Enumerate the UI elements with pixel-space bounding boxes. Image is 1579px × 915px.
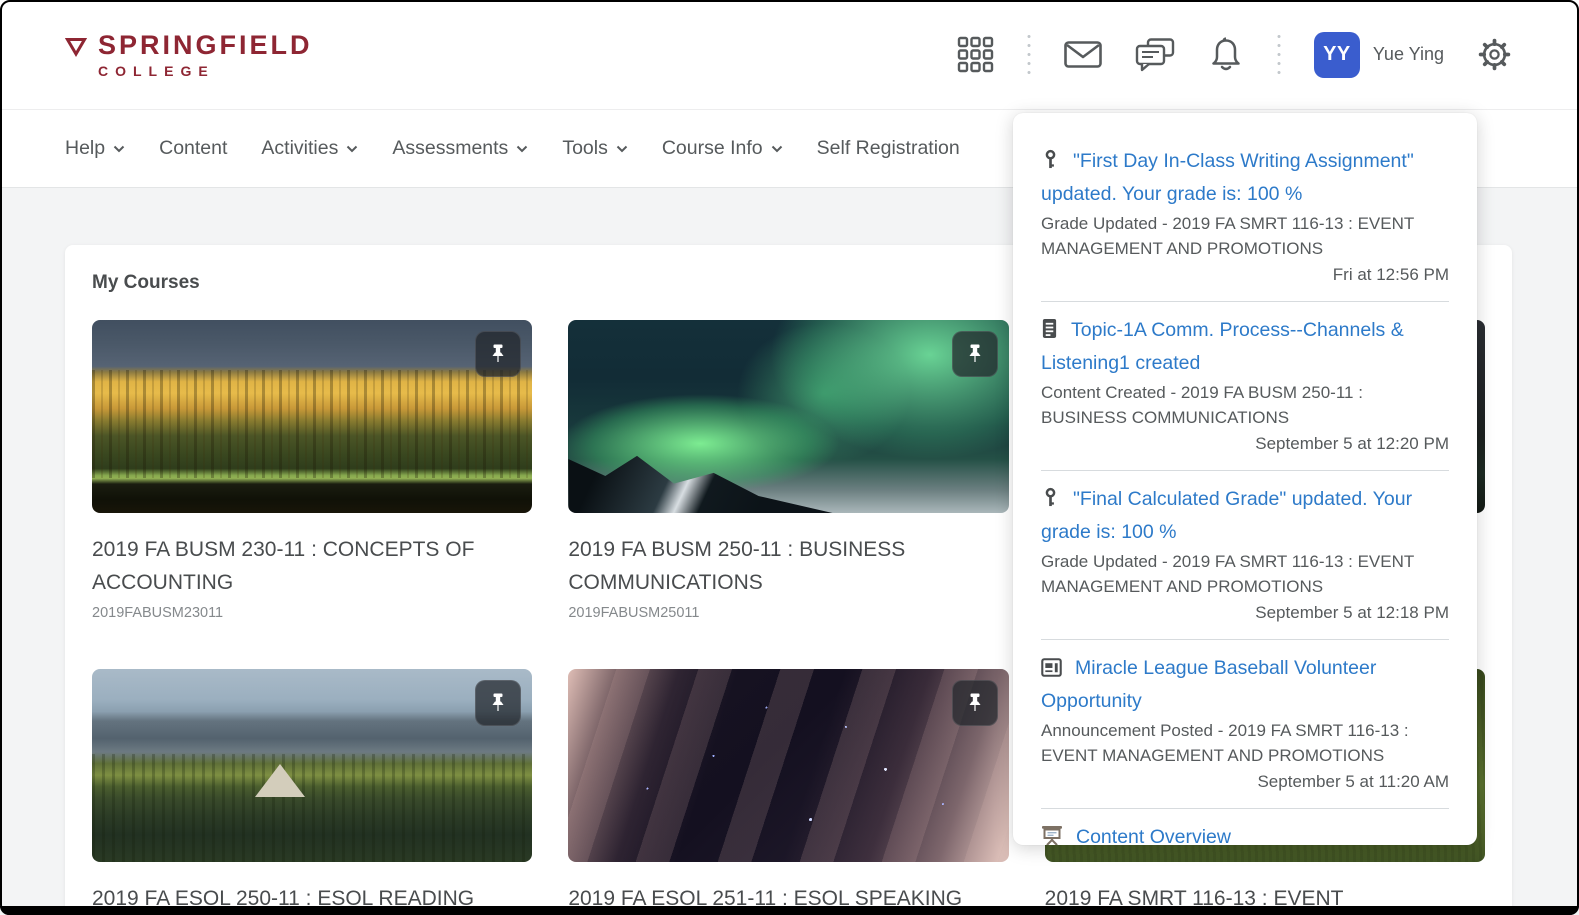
- user-avatar: YY: [1314, 32, 1360, 78]
- logo-text-line1: SPRINGFIELD: [98, 31, 313, 59]
- nav-item-activities[interactable]: Activities: [261, 137, 358, 160]
- nav-item-assessments[interactable]: Assessments: [392, 137, 528, 160]
- settings-gear-icon: [1477, 37, 1512, 72]
- logo-text-line2: COLLEGE: [98, 63, 313, 79]
- header-actions: YY Yue Ying: [957, 32, 1512, 78]
- notification-time: Fri at 12:56 PM: [1041, 262, 1449, 287]
- header-separator: [1277, 32, 1281, 78]
- window-frame-bottom: [0, 906, 1579, 915]
- notification-link[interactable]: Content Overview: [1076, 826, 1231, 845]
- user-name: Yue Ying: [1373, 44, 1444, 65]
- pin-button[interactable]: [952, 331, 998, 377]
- app-launcher-button[interactable]: [957, 36, 994, 73]
- chevron-down-icon: [616, 145, 628, 153]
- notification-link[interactable]: Miracle League Baseball Volunteer Opport…: [1041, 657, 1376, 712]
- notifications-bell-icon: [1208, 36, 1244, 74]
- course-card: 2019 FA ESOL 251-11 : ESOL SPEAKING: [568, 669, 1008, 915]
- pin-button[interactable]: [952, 680, 998, 726]
- course-card: 2019 FA BUSM 250-11 : BUSINESS COMMUNICA…: [568, 320, 1008, 621]
- course-card: 2019 FA BUSM 230-11 : CONCEPTS OF ACCOUN…: [92, 320, 532, 621]
- notifications-popover: "First Day In-Class Writing Assignment" …: [1013, 113, 1477, 845]
- notification-item: "First Day In-Class Writing Assignment" …: [1041, 133, 1449, 302]
- course-image[interactable]: [92, 320, 532, 513]
- notifications-button[interactable]: [1208, 36, 1244, 74]
- notification-item: Miracle League Baseball Volunteer Opport…: [1041, 640, 1449, 809]
- app-launcher-grid-icon: [957, 36, 994, 73]
- chevron-down-icon: [346, 145, 358, 153]
- course-code: 2019FABUSM25011: [568, 605, 1008, 621]
- email-button[interactable]: [1064, 41, 1102, 68]
- chevron-down-icon: [516, 145, 528, 153]
- notification-subtitle: Grade Updated - 2019 FA SMRT 116-13 : EV…: [1041, 211, 1449, 261]
- pin-icon: [964, 692, 986, 714]
- settings-button[interactable]: [1477, 37, 1512, 72]
- chevron-down-icon: [113, 145, 125, 153]
- nav-item-tools[interactable]: Tools: [562, 137, 628, 160]
- notification-link[interactable]: "Final Calculated Grade" updated. Your g…: [1041, 488, 1412, 543]
- nav-item-course-info[interactable]: Course Info: [662, 137, 783, 160]
- nav-item-content[interactable]: Content: [159, 137, 227, 160]
- notification-subtitle: Content Created - 2019 FA BUSM 250-11 : …: [1041, 380, 1449, 430]
- notification-link[interactable]: Topic-1A Comm. Process--Channels & Liste…: [1041, 319, 1404, 374]
- app-header: SPRINGFIELD COLLEGE: [0, 0, 1579, 110]
- notification-time: September 5 at 11:20 AM: [1041, 769, 1449, 794]
- screen: SPRINGFIELD COLLEGE: [0, 0, 1579, 915]
- course-image[interactable]: [92, 669, 532, 862]
- announcement-newspaper-icon: [1041, 656, 1062, 686]
- notification-subtitle: Grade Updated - 2019 FA SMRT 116-13 : EV…: [1041, 549, 1449, 599]
- nav-item-self-registration[interactable]: Self Registration: [817, 137, 960, 160]
- notification-item: Topic-1A Comm. Process--Channels & Liste…: [1041, 302, 1449, 471]
- nav-item-help[interactable]: Help: [65, 137, 125, 160]
- email-envelope-icon: [1064, 41, 1102, 68]
- chat-button[interactable]: [1135, 38, 1175, 72]
- content-document-icon: [1041, 318, 1058, 348]
- springfield-college-logo[interactable]: SPRINGFIELD COLLEGE: [65, 31, 313, 79]
- notification-time: September 5 at 12:18 PM: [1041, 600, 1449, 625]
- notification-link[interactable]: "First Day In-Class Writing Assignment" …: [1041, 150, 1414, 205]
- pin-icon: [487, 343, 509, 365]
- grade-key-icon: [1041, 149, 1060, 179]
- content-overview-screen-icon: [1041, 824, 1063, 845]
- notification-time: September 5 at 12:20 PM: [1041, 431, 1449, 456]
- course-title[interactable]: 2019 FA BUSM 230-11 : CONCEPTS OF ACCOUN…: [92, 533, 532, 599]
- course-image[interactable]: [568, 320, 1008, 513]
- chevron-down-icon: [771, 145, 783, 153]
- notification-item: Content Overview Content Overview Update…: [1041, 809, 1449, 845]
- course-image[interactable]: [568, 669, 1008, 862]
- user-menu-button[interactable]: YY Yue Ying: [1314, 32, 1444, 78]
- pin-button[interactable]: [475, 680, 521, 726]
- header-separator: [1027, 32, 1031, 78]
- notification-item: "Final Calculated Grade" updated. Your g…: [1041, 471, 1449, 640]
- course-code: 2019FABUSM23011: [92, 605, 532, 621]
- grade-key-icon: [1041, 487, 1060, 517]
- course-title[interactable]: 2019 FA BUSM 250-11 : BUSINESS COMMUNICA…: [568, 533, 1008, 599]
- chat-bubbles-icon: [1135, 38, 1175, 72]
- logo-triangle-icon: [65, 37, 87, 57]
- notification-subtitle: Announcement Posted - 2019 FA SMRT 116-1…: [1041, 718, 1449, 768]
- pin-icon: [487, 692, 509, 714]
- course-card: 2019 FA ESOL 250-11 : ESOL READING: [92, 669, 532, 915]
- pin-button[interactable]: [475, 331, 521, 377]
- pin-icon: [964, 343, 986, 365]
